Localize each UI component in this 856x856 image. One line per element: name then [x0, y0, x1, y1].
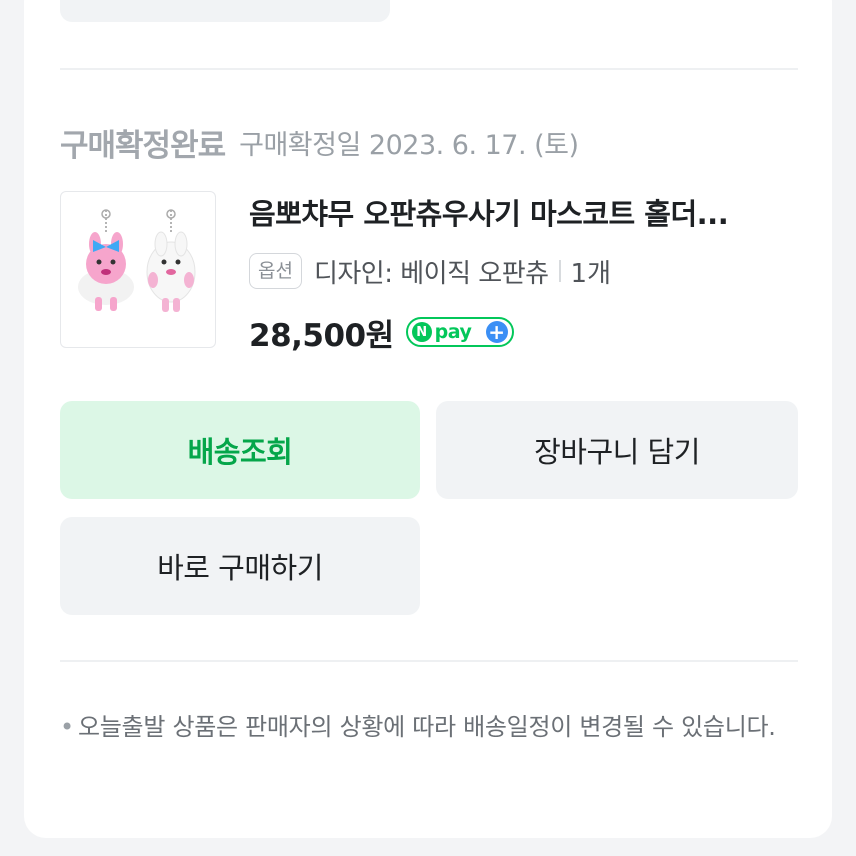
add-to-cart-button[interactable]: 장바구니 담기 [436, 401, 798, 499]
price-row: 28,500원 N pay + [249, 310, 514, 354]
product-price: 28,500원 [249, 317, 394, 354]
buy-now-button[interactable]: 바로 구매하기 [60, 517, 420, 615]
npay-plus-badge: N pay + [405, 317, 514, 347]
section-divider [60, 68, 798, 70]
product-option-row: 옵션 디자인: 베이직 오판츄 1개 [249, 250, 611, 292]
product-image [78, 209, 196, 312]
notice-text: 오늘출발 상품은 판매자의 상황에 따라 배송일정이 변경될 수 있습니다. [78, 713, 776, 741]
order-status-row: 구매확정완료 구매확정일 2023. 6. 17. (토) [60, 120, 579, 164]
bullet-icon: • [60, 713, 74, 741]
previous-section-button[interactable] [60, 0, 390, 22]
option-text: 디자인: 베이직 오판츄 [313, 258, 549, 289]
option-badge: 옵션 [249, 253, 302, 289]
option-quantity: 1개 [570, 258, 612, 289]
order-status-title: 구매확정완료 [60, 127, 226, 164]
shipping-notice: • 오늘출발 상품은 판매자의 상황에 따라 배송일정이 변경될 수 있습니다. [60, 706, 800, 749]
product-name[interactable]: 음뽀챠무 오판츄우사기 마스코트 홀더... [249, 192, 799, 236]
product-thumbnail[interactable] [60, 191, 216, 348]
plus-icon: + [485, 321, 508, 343]
option-separator [558, 260, 561, 282]
order-confirm-date: 구매확정일 2023. 6. 17. (토) [239, 129, 579, 161]
npay-label: pay [434, 321, 472, 343]
section-divider [60, 660, 798, 662]
track-delivery-button[interactable]: 배송조회 [60, 401, 420, 499]
npay-n-icon: N [411, 322, 432, 342]
